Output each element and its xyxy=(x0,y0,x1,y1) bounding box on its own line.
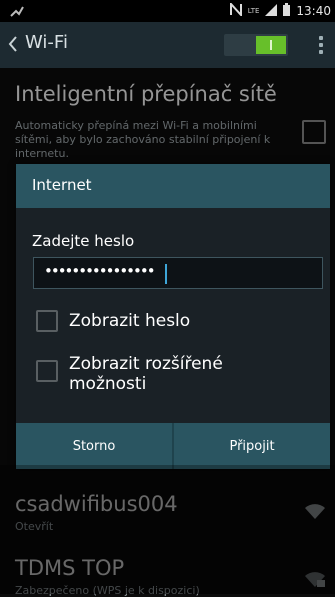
toggle-thumb xyxy=(256,36,286,54)
list-dim-overlay xyxy=(0,465,335,594)
show-advanced-label[interactable]: Zobrazit rozšířené možnosti xyxy=(69,354,269,394)
show-password-checkbox[interactable] xyxy=(36,310,58,332)
cancel-button[interactable]: Storno xyxy=(16,423,172,469)
wifi-password-dialog: Internet Zadejte heslo •••••••••••••••• … xyxy=(16,164,330,469)
screen-title: Wi-Fi xyxy=(25,32,68,53)
more-options-icon[interactable] xyxy=(319,36,323,54)
dialog-button-bar: Storno Připojit xyxy=(16,423,330,469)
text-caret xyxy=(165,264,167,284)
notification-icon xyxy=(10,3,24,22)
connect-button[interactable]: Připojit xyxy=(174,423,330,469)
password-label: Zadejte heslo xyxy=(32,232,135,250)
action-bar: Wi-Fi xyxy=(0,22,335,68)
lte-indicator: LTE xyxy=(247,7,260,15)
back-arrow-icon[interactable] xyxy=(6,33,20,59)
dialog-title: Internet xyxy=(32,176,92,194)
wifi-toggle[interactable] xyxy=(224,34,288,56)
signal-icon xyxy=(265,3,278,19)
battery-icon xyxy=(283,3,291,19)
password-input[interactable]: •••••••••••••••• xyxy=(33,257,323,289)
password-value: •••••••••••••••• xyxy=(44,262,156,280)
clock: 13:40 xyxy=(296,4,331,18)
status-icons: LTE 13:40 xyxy=(229,1,331,19)
status-bar: LTE 13:40 xyxy=(0,0,335,22)
show-password-label[interactable]: Zobrazit heslo xyxy=(69,311,190,331)
show-advanced-checkbox[interactable] xyxy=(36,360,58,382)
nfc-icon xyxy=(229,1,242,19)
